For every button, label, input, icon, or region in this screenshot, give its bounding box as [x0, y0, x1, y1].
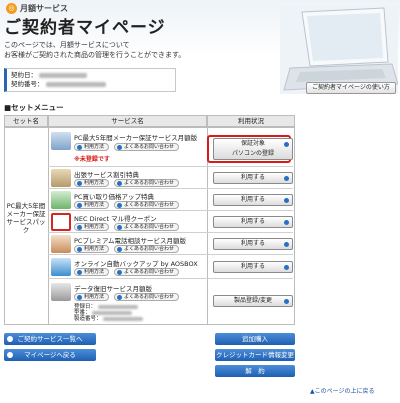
usage-button[interactable]: 利用方法: [74, 201, 110, 209]
section-title: ■セットメニュー: [4, 103, 64, 112]
phone-support-icon: [51, 235, 71, 253]
faq-button[interactable]: よくあるお問い合わせ: [114, 179, 180, 187]
use-button[interactable]: 利用する: [213, 261, 293, 273]
page-header: ◎ 月額サービス ご契約者マイページ このページでは、月額サービスについて お客…: [0, 0, 400, 98]
page-top-link[interactable]: ▲このページの上に戻る: [310, 386, 375, 395]
pc-warranty-icon: [51, 132, 71, 150]
usage-button[interactable]: 利用方法: [74, 293, 110, 301]
coupon-icon: [51, 213, 71, 231]
laptop-photo: [280, 6, 398, 94]
intro-text: このページでは、月額サービスについて お客様がご契約された商品の管理を行うことが…: [4, 41, 186, 59]
faq-button[interactable]: よくあるお問い合わせ: [114, 268, 180, 276]
use-button[interactable]: 利用する: [213, 194, 293, 206]
col-header-status: 利用状況: [207, 115, 295, 127]
contract-info-box: 契約日： 契約番号：: [4, 68, 176, 92]
faq-button[interactable]: よくあるお問い合わせ: [114, 223, 180, 231]
service-name: PC最大5年間メーカー保証サービス月額版: [74, 134, 198, 142]
arrow-icon: [7, 336, 13, 342]
faq-button[interactable]: よくあるお問い合わせ: [114, 293, 180, 301]
usage-button[interactable]: 利用方法: [74, 143, 110, 151]
faq-button[interactable]: よくあるお問い合わせ: [114, 245, 180, 253]
onsite-service-icon: [51, 169, 71, 187]
usage-button[interactable]: 利用方法: [74, 268, 110, 276]
service-name: データ復旧サービス月額版: [74, 285, 152, 293]
faq-button[interactable]: よくあるお問い合わせ: [114, 201, 180, 209]
add-purchase-button[interactable]: 追加購入: [215, 333, 295, 345]
col-header-service: サービス名: [48, 115, 207, 127]
backup-icon: [51, 258, 71, 276]
back-mypage-button[interactable]: マイページへ戻る: [4, 349, 96, 361]
unregistered-warning: ※未登録です: [74, 156, 110, 163]
product-info: 登録日： 型番： 製造番号：: [74, 304, 144, 322]
use-button[interactable]: 利用する: [213, 238, 293, 250]
service-name: PC買い取り価格アップ特典: [74, 193, 154, 201]
service-name: PCプレミアム電話相談サービス月額版: [74, 237, 187, 245]
cancel-button[interactable]: 解 約: [215, 365, 295, 377]
usage-button[interactable]: 利用方法: [74, 245, 110, 253]
contract-date-label: 契約日：: [11, 71, 37, 79]
credit-card-change-button[interactable]: クレジットカード情報変更: [215, 349, 295, 361]
page-title: ご契約者マイページ: [4, 18, 166, 38]
use-button[interactable]: 利用する: [213, 172, 293, 184]
contract-date-value: [39, 72, 88, 78]
product-register-button[interactable]: 製品登録/変更: [213, 295, 293, 307]
contract-number-label: 契約番号：: [11, 80, 44, 88]
service-name: オンライン自動バックアップ by AOSBOX: [74, 260, 198, 268]
howto-button[interactable]: ご契約者マイページの使い方: [306, 82, 396, 94]
contract-number-value: [45, 81, 106, 87]
set-name: PC最大5年間 メーカー保証 サービスパック: [6, 202, 46, 234]
register-pc-button[interactable]: 保証対象 パソコンの登録: [213, 138, 293, 160]
data-recovery-icon: [51, 283, 71, 301]
arrow-icon: [7, 352, 13, 358]
buyback-icon: [51, 191, 71, 209]
usage-button[interactable]: 利用方法: [74, 223, 110, 231]
service-name: 出張サービス割引特典: [74, 171, 139, 179]
contract-list-button[interactable]: ご契約サービス一覧へ: [4, 333, 96, 345]
col-header-set: セット名: [4, 115, 48, 127]
service-name: NEC Direct マル得クーポン: [74, 215, 157, 223]
faq-button[interactable]: よくあるお問い合わせ: [114, 143, 180, 151]
use-button[interactable]: 利用する: [213, 216, 293, 228]
usage-button[interactable]: 利用方法: [74, 179, 110, 187]
